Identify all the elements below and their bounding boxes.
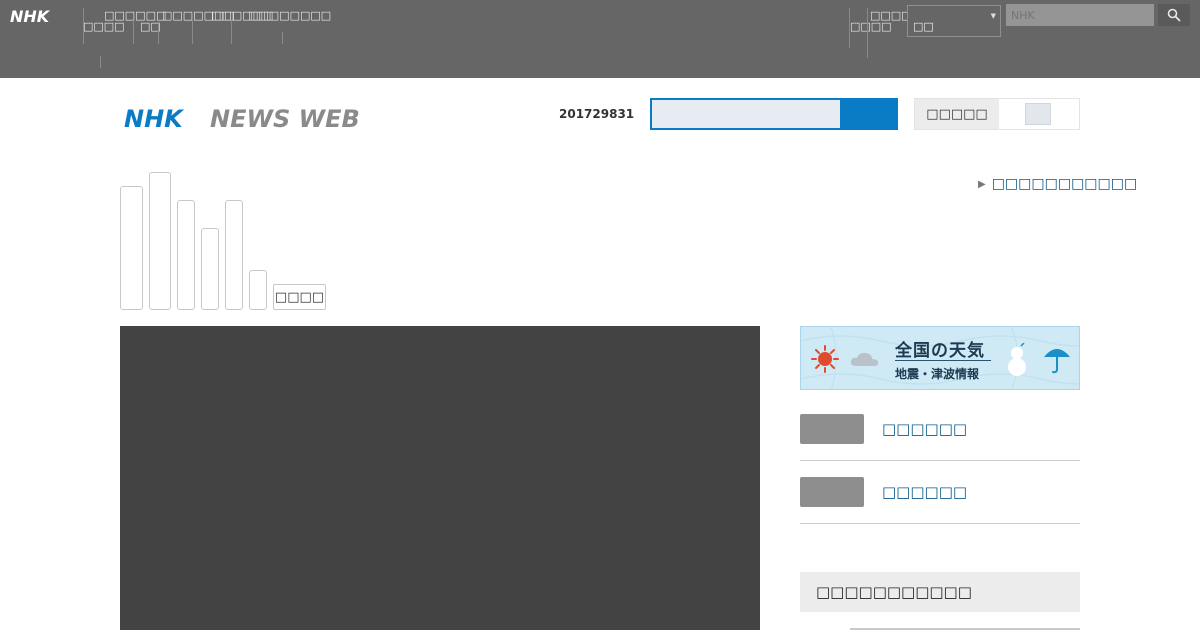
search-icon xyxy=(1167,8,1181,22)
font-size-toggle[interactable] xyxy=(1025,103,1051,125)
nhk-global-bar: NHK □□□□ □□□□□□ □□ □□□□□□□ □□□□□□ □□□□□□… xyxy=(0,0,1200,78)
sidebar-link-label: □□□□□□ xyxy=(882,483,968,501)
category-more-button[interactable]: □□□□ xyxy=(273,284,326,310)
news-search-button[interactable] xyxy=(842,100,896,128)
global-nav-item[interactable]: □□□□□ xyxy=(870,10,922,22)
chevron-down-icon: ▼ xyxy=(990,12,996,20)
arrow-right-icon: ▶ xyxy=(978,178,986,190)
weather-banner[interactable]: 全国の天気 地震・津波情報 xyxy=(800,326,1080,390)
category-tab[interactable] xyxy=(201,228,219,310)
global-nav-item[interactable]: □□□□□□□□ xyxy=(248,10,331,22)
nhk-search-button[interactable] xyxy=(1158,4,1190,26)
nhk-logo[interactable]: NHK xyxy=(10,7,66,25)
snowman-icon xyxy=(1008,343,1026,376)
global-nav-item[interactable]: □□□□ xyxy=(850,21,892,33)
sidebar-thumbnail xyxy=(800,477,864,507)
nav-divider xyxy=(158,20,159,44)
weather-banner-divider xyxy=(895,360,991,361)
category-tab[interactable] xyxy=(120,186,143,310)
weather-banner-title: 全国の天気 xyxy=(895,341,985,361)
global-nav-item[interactable]: □□ xyxy=(140,21,161,33)
nhk-news-web-logo[interactable]: NHK NEWS WEB xyxy=(124,104,364,132)
nav-divider xyxy=(100,56,101,68)
nhk-search-input[interactable] xyxy=(1006,4,1154,26)
sidebar-link-2[interactable]: □□□□□□ xyxy=(800,462,1080,524)
global-nav-item[interactable]: □□□□□□ xyxy=(211,10,273,22)
region-value: □□ xyxy=(913,20,934,33)
weather-banner-subtitle: 地震・津波情報 xyxy=(895,367,980,381)
logo-news-web-text: NEWS WEB xyxy=(210,105,360,132)
sidebar-thumbnail xyxy=(800,414,864,444)
sun-icon xyxy=(811,345,839,373)
sidebar-link-label: □□□□□□ xyxy=(882,420,968,438)
header-right-link-label: □□□□□□□□□□□ xyxy=(991,176,1138,192)
global-nav-item[interactable]: □□□□ xyxy=(83,21,125,33)
font-size-control: □□□□□ xyxy=(914,98,1080,130)
news-search-input[interactable] xyxy=(652,100,840,128)
nav-divider xyxy=(231,20,232,44)
category-tab[interactable] xyxy=(249,270,267,310)
ranking-heading: □□□□□□□□□□□ xyxy=(800,572,1080,612)
nav-divider xyxy=(867,8,868,58)
logo-nhk-text: NHK xyxy=(124,105,185,132)
umbrella-icon xyxy=(1044,349,1070,374)
global-nav-item[interactable]: □□□□□□□ xyxy=(162,10,235,22)
header-right-link[interactable]: ▶ □□□□□□□□□□□ xyxy=(978,176,1137,192)
category-tab[interactable] xyxy=(177,200,195,310)
sidebar-link-1[interactable]: □□□□□□ xyxy=(800,399,1080,461)
category-tab[interactable] xyxy=(225,200,243,310)
cloud-icon xyxy=(850,352,879,366)
region-select[interactable]: □□ ▼ xyxy=(907,5,1001,37)
nav-divider xyxy=(133,20,134,44)
category-tab[interactable] xyxy=(149,172,171,310)
svg-text:NHK: NHK xyxy=(10,7,51,25)
font-size-label: □□□□□ xyxy=(915,99,999,129)
main-feature-panel[interactable] xyxy=(120,326,760,630)
nav-divider xyxy=(282,32,283,44)
nav-divider xyxy=(192,20,193,44)
article-counter: 201729831 xyxy=(559,107,635,121)
